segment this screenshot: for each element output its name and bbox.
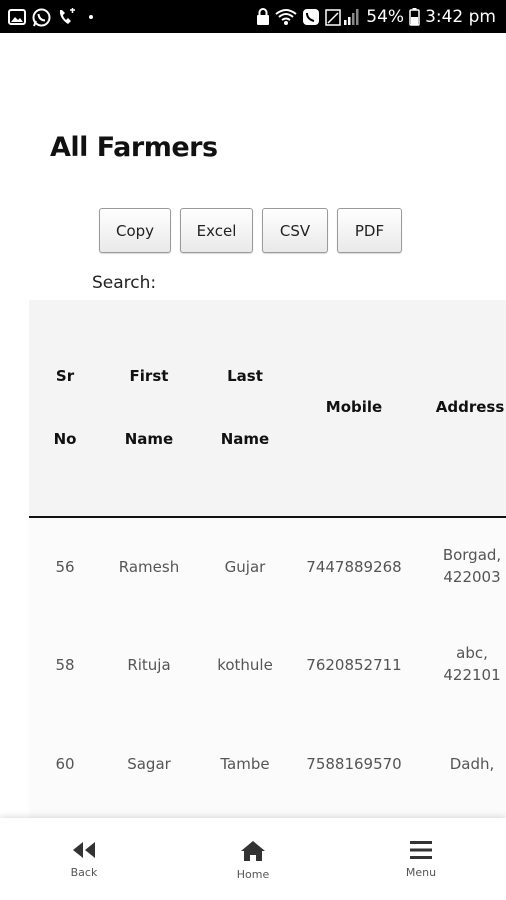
column-header-line: Last xyxy=(227,367,263,385)
clock: 3:42 pm xyxy=(425,7,496,27)
export-button-group: Copy Excel CSV PDF xyxy=(99,208,402,253)
address-line: Dadh, xyxy=(449,755,495,773)
cell-address: Dadh, xyxy=(429,753,506,775)
address-line: abc, xyxy=(456,644,488,662)
wifi-call-icon xyxy=(275,8,297,26)
column-header-address[interactable]: Address xyxy=(415,398,506,422)
search-label: Search: xyxy=(92,273,157,293)
cell-mobile: 7588169570 xyxy=(306,755,402,773)
cell-address: abc, 422101 xyxy=(429,642,506,686)
status-left-icons xyxy=(8,7,93,27)
address-line: Borgad, xyxy=(442,546,502,564)
excel-button[interactable]: Excel xyxy=(180,208,253,253)
cell-last-name: Tambe xyxy=(220,755,270,773)
column-header-line: Address xyxy=(435,398,505,416)
copy-button[interactable]: Copy xyxy=(99,208,171,253)
farmers-table: Sr No First Name Last Name Mobile Addres… xyxy=(29,300,506,820)
column-header-line: No xyxy=(53,430,77,448)
cell-last-name: Gujar xyxy=(224,558,266,576)
pdf-button[interactable]: PDF xyxy=(337,208,402,253)
column-header-sr-no[interactable]: Sr No xyxy=(29,367,101,457)
cell-sr-no: 58 xyxy=(55,656,75,674)
chat-icon xyxy=(302,8,320,26)
whatsapp-icon xyxy=(32,8,51,27)
column-header-line: Name xyxy=(220,430,270,448)
bottom-navigation: Back Home Menu xyxy=(0,818,506,900)
notification-dot xyxy=(89,15,93,19)
column-header-mobile[interactable]: Mobile xyxy=(293,398,415,422)
column-header-line: First xyxy=(129,367,169,385)
column-header-line: Name xyxy=(124,430,174,448)
call-icon xyxy=(57,8,77,26)
table-header: Sr No First Name Last Name Mobile Addres… xyxy=(29,300,506,518)
battery-percent: 54% xyxy=(366,7,405,27)
gallery-icon xyxy=(8,9,26,25)
signal-icon xyxy=(325,7,361,27)
menu-label: Menu xyxy=(405,866,437,879)
status-right-icons: 54% 3:42 pm xyxy=(256,5,496,29)
cell-mobile: 7447889268 xyxy=(306,558,402,576)
hamburger-icon xyxy=(410,841,432,859)
cell-last-name: kothule xyxy=(217,656,273,674)
battery-icon xyxy=(409,8,420,26)
column-header-last-name[interactable]: Last Name xyxy=(197,367,293,457)
column-header-first-name[interactable]: First Name xyxy=(101,367,197,457)
cell-first-name: Sagar xyxy=(127,755,171,773)
home-icon xyxy=(241,841,265,861)
column-header-line: Sr xyxy=(55,367,75,385)
csv-button[interactable]: CSV xyxy=(262,208,328,253)
back-button[interactable]: Back xyxy=(29,818,139,900)
cell-sr-no: 60 xyxy=(55,755,75,773)
cell-address: Borgad, 422003 xyxy=(429,544,506,588)
home-label: Home xyxy=(236,868,270,881)
cell-mobile: 7620852711 xyxy=(306,656,402,674)
home-button[interactable]: Home xyxy=(198,818,308,900)
column-header-line: Mobile xyxy=(325,398,383,416)
rewind-icon xyxy=(73,842,95,858)
cell-first-name: Rituja xyxy=(127,656,171,674)
page-title: All Farmers xyxy=(50,132,218,163)
address-line: 422003 xyxy=(443,568,501,586)
lock-icon xyxy=(256,8,270,26)
table-body: 56 Ramesh Gujar 7447889268 Borgad, 42200… xyxy=(29,518,506,820)
address-line: 422101 xyxy=(443,666,501,684)
back-label: Back xyxy=(70,866,98,879)
cell-first-name: Ramesh xyxy=(118,558,180,576)
status-bar: 54% 3:42 pm xyxy=(0,0,506,33)
cell-sr-no: 56 xyxy=(55,558,75,576)
menu-button[interactable]: Menu xyxy=(366,818,476,900)
